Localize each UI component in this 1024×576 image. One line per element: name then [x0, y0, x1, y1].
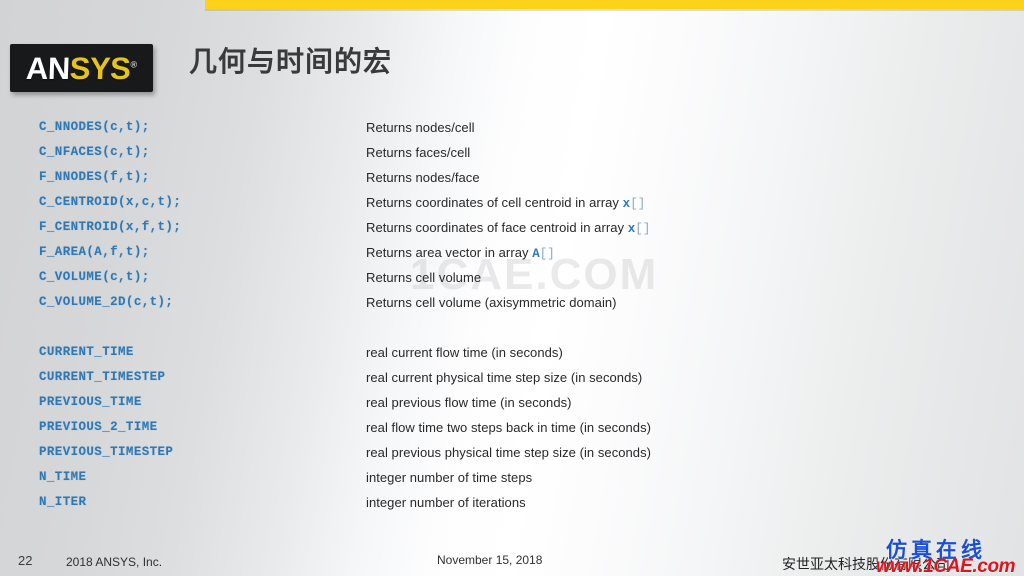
macro-row: PREVIOUS_2_TIME real flow time two steps … [0, 420, 1024, 445]
macro-row: C_CENTROID(x,c,t); Returns coordinates of… [0, 195, 1024, 220]
macro-name: C_CENTROID(x,c,t); [39, 195, 182, 209]
macro-description: Returns coordinates of face centroid in … [366, 220, 650, 236]
macro-description-text: Returns nodes/cell [366, 120, 475, 135]
macro-name: F_NNODES(f,t); [39, 170, 150, 184]
macro-description-text: integer number of iterations [366, 495, 526, 510]
macro-description: Returns area vector in array A[] [366, 245, 555, 261]
macro-row: C_VOLUME_2D(c,t); Returns cell volume (ax… [0, 295, 1024, 320]
array-brackets: [] [630, 197, 646, 211]
macro-description: real current flow time (in seconds) [366, 345, 563, 360]
macro-row: PREVIOUS_TIMESTEP real previous physical … [0, 445, 1024, 470]
macro-description: Returns nodes/cell [366, 120, 475, 135]
macro-description-text: Returns nodes/face [366, 170, 480, 185]
macro-description: Returns cell volume [366, 270, 481, 285]
macro-row: N_ITER integer number of iterations [0, 495, 1024, 520]
macro-row: C_NNODES(c,t); Returns nodes/cell [0, 120, 1024, 145]
macro-description: integer number of time steps [366, 470, 532, 485]
footer-page-number: 22 [18, 553, 33, 568]
macro-description-text: integer number of time steps [366, 470, 533, 485]
macro-name: PREVIOUS_2_TIME [39, 420, 158, 434]
macro-description-text: Returns coordinates of face centroid in … [366, 220, 628, 235]
macro-description-text: real flow time two steps back in time (i… [366, 420, 651, 435]
macro-name: N_ITER [39, 495, 87, 509]
footer-company: 安世亚太科技股份有限公司 [782, 557, 950, 573]
macro-description: real previous physical time step size (i… [366, 445, 651, 460]
macro-description: real flow time two steps back in time (i… [366, 420, 651, 435]
macro-description: integer number of iterations [366, 495, 526, 510]
macro-name: F_AREA(A,f,t); [39, 245, 150, 259]
footer-date: November 15, 2018 [437, 553, 543, 567]
macro-name: CURRENT_TIME [39, 345, 134, 359]
array-brackets: [] [539, 247, 555, 261]
macro-row: F_NNODES(f,t); Returns nodes/face [0, 170, 1024, 195]
macro-name: PREVIOUS_TIMESTEP [39, 445, 174, 459]
macro-description-text: real previous flow time (in seconds) [366, 395, 572, 410]
macro-row: C_VOLUME(c,t); Returns cell volume [0, 270, 1024, 295]
macro-description: Returns faces/cell [366, 145, 470, 160]
macro-description: real current physical time step size (in… [366, 370, 642, 385]
array-variable: A [532, 247, 540, 261]
macro-row: CURRENT_TIME real current flow time (in s… [0, 345, 1024, 370]
slide-canvas: ANSYS® 几何与时间的宏 1CAE.COM C_NNODES(c,t); Re… [0, 0, 1024, 576]
macro-name: C_VOLUME_2D(c,t); [39, 295, 174, 309]
macro-row: F_AREA(A,f,t); Returns area vector in arr… [0, 245, 1024, 270]
macro-name: C_NNODES(c,t); [39, 120, 150, 134]
macro-name: CURRENT_TIMESTEP [39, 370, 166, 384]
macro-description: Returns cell volume (axisymmetric domain… [366, 295, 617, 310]
macro-name: PREVIOUS_TIME [39, 395, 142, 409]
macro-row: C_NFACES(c,t); Returns faces/cell [0, 145, 1024, 170]
macro-description-text: Returns faces/cell [366, 145, 471, 160]
macro-name: F_CENTROID(x,f,t); [39, 220, 182, 234]
macro-description-text: Returns cell volume [366, 270, 482, 285]
macro-row: PREVIOUS_TIME real previous flow time (in… [0, 395, 1024, 420]
array-brackets: [] [635, 222, 651, 236]
macro-row: F_CENTROID(x,f,t); Returns coordinates of… [0, 220, 1024, 245]
macro-description-text: real current flow time (in seconds) [366, 345, 563, 360]
macro-description-text: Returns cell volume (axisymmetric domain… [366, 295, 617, 310]
macro-name: N_TIME [39, 470, 87, 484]
macro-name: C_VOLUME(c,t); [39, 270, 150, 284]
macro-name: C_NFACES(c,t); [39, 145, 150, 159]
macro-description: Returns coordinates of cell centroid in … [366, 195, 645, 211]
macro-description-text: real current physical time step size (in… [366, 370, 643, 385]
macro-row: CURRENT_TIMESTEP real current physical ti… [0, 370, 1024, 395]
macro-description-text: Returns coordinates of cell centroid in … [366, 195, 623, 210]
macro-description-text: Returns area vector in array [366, 245, 533, 260]
macro-table: C_NNODES(c,t); Returns nodes/cell C_NFACES… [0, 0, 1024, 576]
macro-row: N_TIME integer number of time steps [0, 470, 1024, 495]
footer-copyright: 2018 ANSYS, Inc. [66, 555, 163, 569]
macro-description: real previous flow time (in seconds) [366, 395, 572, 410]
macro-description: Returns nodes/face [366, 170, 480, 185]
macro-description-text: real previous physical time step size (i… [366, 445, 652, 460]
